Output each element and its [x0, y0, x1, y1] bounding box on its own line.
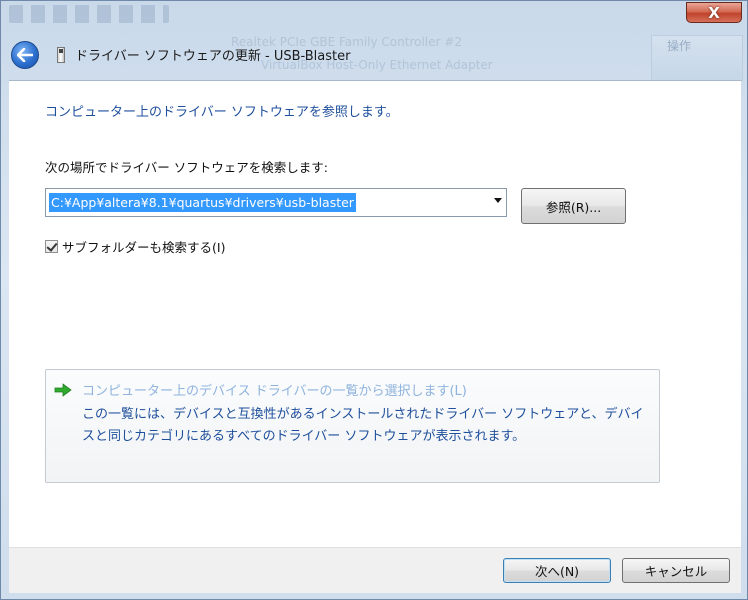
background-ghost-panel — [651, 35, 743, 81]
close-button[interactable]: X — [686, 2, 742, 23]
back-button[interactable] — [11, 41, 39, 69]
pick-from-list-option[interactable]: コンピューター上のデバイス ドライバーの一覧から選択します(L) この一覧には、… — [45, 369, 660, 483]
pick-from-list-title[interactable]: コンピューター上のデバイス ドライバーの一覧から選択します(L) — [82, 380, 467, 399]
close-icon: X — [708, 3, 720, 22]
path-input-value[interactable]: C:¥App¥altera¥8.1¥quartus¥drivers¥usb-bl… — [49, 193, 356, 212]
include-subfolders-checkbox[interactable] — [45, 239, 58, 253]
include-subfolders-label[interactable]: サブフォルダーも検索する(I) — [62, 237, 225, 256]
pick-from-list-description: この一覧には、デバイスと互換性があるインストールされたドライバー ソフトウェアと… — [82, 407, 644, 444]
back-arrow-icon — [17, 48, 33, 62]
chevron-down-icon[interactable] — [494, 198, 502, 203]
content-panel: コンピューター上のドライバー ソフトウェアを参照します。 次の場所でドライバー … — [9, 80, 741, 548]
button-footer: 次へ(N) キャンセル — [9, 547, 741, 593]
background-toolbar-ghost — [9, 5, 169, 23]
include-subfolders-row[interactable]: サブフォルダーも検索する(I) — [45, 237, 225, 255]
browse-button[interactable]: 参照(R)... — [521, 188, 626, 224]
path-combobox[interactable]: C:¥App¥altera¥8.1¥quartus¥drivers¥usb-bl… — [45, 188, 507, 217]
page-heading: コンピューター上のドライバー ソフトウェアを参照します。 — [45, 105, 399, 120]
background-ghost-text-3: 操作 — [667, 39, 692, 53]
checkmark-icon — [46, 239, 58, 252]
cancel-button[interactable]: キャンセル — [622, 558, 730, 583]
usb-device-icon — [57, 47, 65, 63]
next-button[interactable]: 次へ(N) — [503, 558, 611, 583]
green-arrow-icon — [54, 383, 72, 397]
search-location-label: 次の場所でドライバー ソフトウェアを検索します: — [45, 160, 328, 175]
dialog-window: Realtek PCIe GBE Family Controller #2 Vi… — [0, 0, 748, 600]
window-title: ドライバー ソフトウェアの更新 - USB-Blaster — [75, 49, 351, 64]
